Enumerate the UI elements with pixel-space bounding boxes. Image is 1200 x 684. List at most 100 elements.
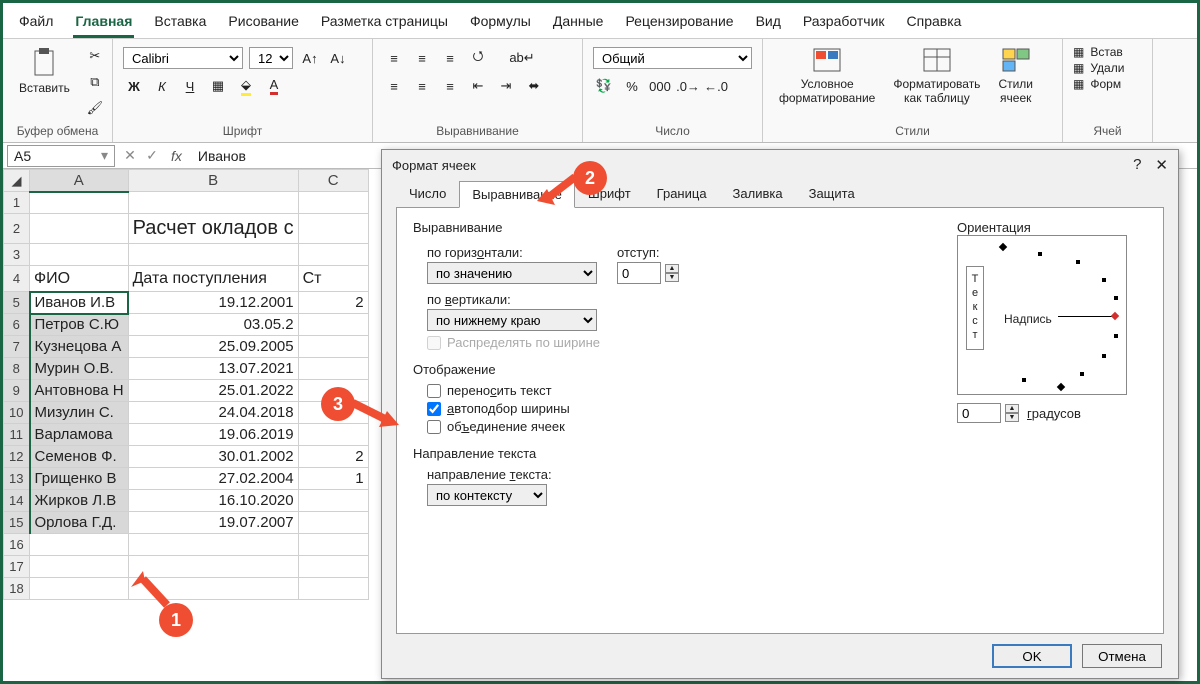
cell[interactable]: Варламова [30, 424, 129, 446]
italic-button[interactable]: К [151, 75, 173, 97]
font-size-select[interactable]: 12 [249, 47, 293, 69]
row-header[interactable]: 15 [4, 512, 30, 534]
tab-border[interactable]: Граница [644, 180, 720, 207]
tab-help[interactable]: Справка [905, 9, 964, 38]
select-all-corner[interactable]: ◢ [4, 170, 30, 192]
row-header[interactable]: 2 [4, 214, 30, 244]
indent-up[interactable]: ▲ [665, 264, 679, 273]
tab-data[interactable]: Данные [551, 9, 606, 38]
align-center-button[interactable]: ≡ [411, 75, 433, 97]
tab-home[interactable]: Главная [73, 9, 134, 38]
wrap-text-button[interactable]: ab↵ [511, 47, 533, 69]
shrink-font-button[interactable]: A↓ [327, 47, 349, 69]
row-header[interactable]: 11 [4, 424, 30, 446]
cell[interactable]: Петров С.Ю [30, 314, 129, 336]
text-direction-select[interactable]: по контексту [427, 484, 547, 506]
bold-button[interactable]: Ж [123, 75, 145, 97]
row-header[interactable]: 4 [4, 266, 30, 292]
col-header-b[interactable]: B [128, 170, 298, 192]
tab-number[interactable]: Число [396, 180, 459, 207]
row-header[interactable]: 6 [4, 314, 30, 336]
cell[interactable]: Грищенко В [30, 468, 129, 490]
number-format-select[interactable]: Общий [593, 47, 752, 69]
cell[interactable]: 2 [298, 446, 368, 468]
header-cell[interactable]: Ст [298, 266, 368, 292]
header-cell[interactable]: ФИО [30, 266, 129, 292]
cell[interactable] [298, 490, 368, 512]
row-header[interactable]: 9 [4, 380, 30, 402]
cell[interactable]: 25.09.2005 [128, 336, 298, 358]
percent-button[interactable]: % [621, 75, 643, 97]
format-as-table-button[interactable]: Форматировать как таблицу [887, 43, 986, 109]
deg-down[interactable]: ▼ [1005, 413, 1019, 422]
copy-button[interactable]: ⧉ [84, 71, 106, 93]
tab-insert[interactable]: Вставка [152, 9, 208, 38]
cell[interactable]: 13.07.2021 [128, 358, 298, 380]
row-header[interactable]: 13 [4, 468, 30, 490]
degrees-input[interactable] [957, 403, 1001, 423]
horiz-align-select[interactable]: по значению [427, 262, 597, 284]
row-header[interactable]: 3 [4, 244, 30, 266]
border-button[interactable]: ▦ [207, 75, 229, 97]
row-header[interactable]: 12 [4, 446, 30, 468]
merge-button[interactable]: ⬌ [523, 75, 545, 97]
cell[interactable] [298, 314, 368, 336]
ok-button[interactable]: OK [992, 644, 1072, 668]
cancel-button[interactable]: Отмена [1082, 644, 1162, 668]
dec-decimal-button[interactable]: ←.0 [705, 75, 727, 97]
row-header[interactable]: 7 [4, 336, 30, 358]
row-header[interactable]: 14 [4, 490, 30, 512]
header-cell[interactable]: Дата поступления [128, 266, 298, 292]
col-header-a[interactable]: A [30, 170, 129, 192]
cell[interactable]: Жирков Л.В [30, 490, 129, 512]
close-icon[interactable]: ✕ [1155, 156, 1168, 174]
tab-view[interactable]: Вид [754, 9, 783, 38]
cell[interactable] [298, 358, 368, 380]
fill-color-button[interactable]: ⬙ [235, 75, 257, 97]
tab-formulas[interactable]: Формулы [468, 9, 533, 38]
inc-decimal-button[interactable]: .0→ [677, 75, 699, 97]
cell[interactable]: 03.05.2 [128, 314, 298, 336]
name-box[interactable]: A5▾ [7, 145, 115, 167]
cell[interactable]: Кузнецова А [30, 336, 129, 358]
paste-button[interactable]: Вставить [13, 43, 76, 99]
font-name-select[interactable]: Calibri [123, 47, 243, 69]
accounting-button[interactable]: 💱 [593, 75, 615, 97]
cell[interactable]: 2 [298, 292, 368, 314]
tab-fill[interactable]: Заливка [720, 180, 796, 207]
cell[interactable]: Мизулин С. [30, 402, 129, 424]
bottom-align-button[interactable]: ≡ [439, 47, 461, 69]
cell[interactable]: 30.01.2002 [128, 446, 298, 468]
cell[interactable]: 19.12.2001 [128, 292, 298, 314]
indent-dec-button[interactable]: ⇤ [467, 75, 489, 97]
row-header[interactable]: 16 [4, 534, 30, 556]
cell[interactable]: Мурин О.В. [30, 358, 129, 380]
format-cells-button[interactable]: ▦ Форм [1073, 77, 1142, 91]
deg-up[interactable]: ▲ [1005, 404, 1019, 413]
cell[interactable]: 24.04.2018 [128, 402, 298, 424]
col-header-c[interactable]: C [298, 170, 368, 192]
format-painter-button[interactable]: 🖌 [84, 97, 106, 119]
cell[interactable]: Орлова Г.Д. [30, 512, 129, 534]
cell[interactable] [298, 336, 368, 358]
vertical-text-sample[interactable]: Текст [966, 266, 984, 350]
font-color-button[interactable]: A [263, 75, 285, 97]
grow-font-button[interactable]: A↑ [299, 47, 321, 69]
vert-align-select[interactable]: по нижнему краю [427, 309, 597, 331]
enter-icon[interactable]: ✓ [141, 147, 163, 164]
row-header[interactable]: 8 [4, 358, 30, 380]
tab-developer[interactable]: Разработчик [801, 9, 887, 38]
tab-protection[interactable]: Защита [796, 180, 868, 207]
indent-inc-button[interactable]: ⇥ [495, 75, 517, 97]
row-header[interactable]: 18 [4, 578, 30, 600]
merge-cells-checkbox[interactable] [427, 420, 441, 434]
indent-input[interactable] [617, 262, 661, 284]
delete-cells-button[interactable]: ▦ Удали [1073, 61, 1142, 75]
wrap-text-checkbox[interactable] [427, 384, 441, 398]
cell[interactable]: 25.01.2022 [128, 380, 298, 402]
cell[interactable]: 19.07.2007 [128, 512, 298, 534]
insert-cells-button[interactable]: ▦ Встав [1073, 45, 1142, 59]
tab-review[interactable]: Рецензирование [623, 9, 735, 38]
cell[interactable]: Иванов И.В [30, 292, 129, 314]
row-header[interactable]: 5 [4, 292, 30, 314]
